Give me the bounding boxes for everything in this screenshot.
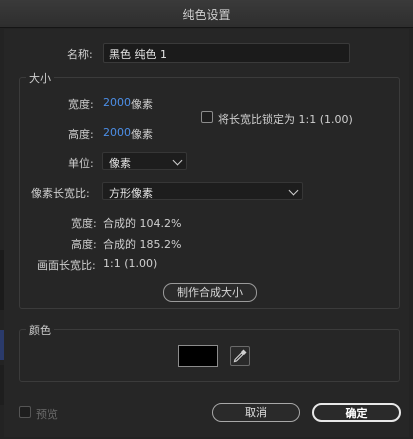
eyedropper-button[interactable] (230, 346, 250, 366)
frame-aspect-label: 画面长宽比: (37, 259, 96, 272)
units-select[interactable]: 像素 (102, 152, 187, 170)
frame-aspect-value: 1:1 (1.00) (103, 257, 158, 270)
width-label: 宽度: (68, 98, 94, 111)
eyedropper-icon (233, 349, 247, 363)
size-group-label: 大小 (26, 70, 54, 86)
comp-width-value: 合成的 104.2% (103, 217, 182, 230)
name-input[interactable]: 黑色 纯色 1 (103, 43, 350, 63)
title-bar: 纯色设置 (0, 0, 413, 28)
width-value[interactable]: 2000 (103, 96, 131, 109)
ok-button[interactable]: 确定 (312, 403, 401, 422)
chevron-down-icon (172, 155, 183, 166)
height-unit: 像素 (131, 128, 153, 141)
pixel-aspect-select[interactable]: 方形像素 (102, 182, 303, 200)
name-label: 名称: (67, 48, 93, 61)
window-title: 纯色设置 (182, 8, 231, 22)
lock-ratio-checkbox[interactable] (201, 111, 213, 123)
make-comp-size-button[interactable]: 制作合成大小 (163, 283, 257, 302)
lock-ratio-label: 将长宽比锁定为 1:1 (1.00) (218, 113, 353, 126)
width-unit: 像素 (131, 98, 153, 111)
height-value[interactable]: 2000 (103, 126, 131, 139)
cancel-button[interactable]: 取消 (212, 403, 300, 422)
preview-label: 预览 (36, 408, 58, 421)
comp-width-label: 宽度: (71, 217, 97, 230)
units-label: 单位: (68, 157, 94, 170)
preview-checkbox[interactable] (19, 406, 31, 418)
comp-height-label: 高度: (71, 238, 97, 251)
solid-settings-window: 纯色设置 名称: 黑色 纯色 1 大小 宽度: 2000 像素 高度: 2000… (0, 0, 413, 439)
color-group-label: 颜色 (26, 322, 54, 338)
pixel-aspect-label: 像素长宽比: (31, 187, 90, 200)
height-label: 高度: (68, 128, 94, 141)
units-select-value: 像素 (109, 157, 131, 170)
chevron-down-icon (288, 185, 299, 196)
color-swatch[interactable] (178, 345, 218, 367)
pixel-aspect-select-value: 方形像素 (109, 187, 153, 200)
comp-height-value: 合成的 185.2% (103, 238, 182, 251)
